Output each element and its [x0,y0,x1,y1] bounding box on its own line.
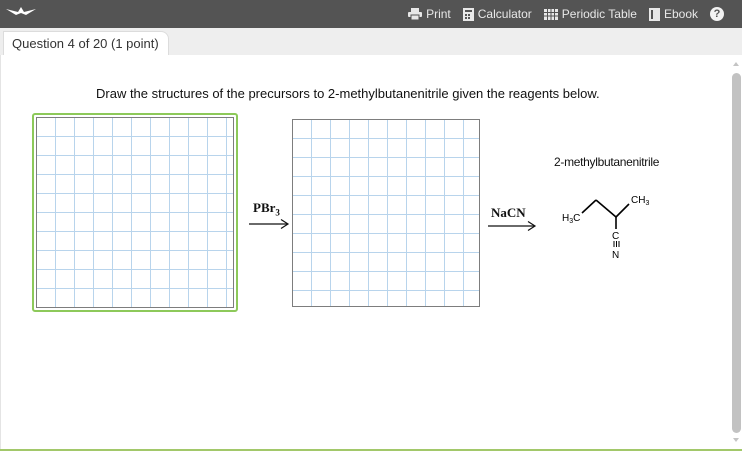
print-label: Print [426,7,451,21]
calculator-button[interactable]: Calculator [462,7,532,21]
product-name: 2-methylbutanenitrile [554,155,660,169]
calculator-icon [462,7,474,21]
logo-icon [6,7,36,15]
ebook-label: Ebook [663,7,698,21]
scrollbar-thumb[interactable] [732,73,741,433]
nitrile-nitrogen-label: N [612,250,619,261]
tab-strip: Question 4 of 20 (1 point) [0,28,742,55]
book-icon [648,7,660,21]
ch3-label: CH3 [631,195,649,207]
reagent-nacn: NaCN [491,205,526,220]
nitrile-carbon-label: C [612,231,619,242]
question-prompt: Draw the structures of the precursors to… [96,86,600,101]
product-structure: H3C CH3 C N [562,195,649,261]
reaction-arrow-icon [249,218,290,230]
reagent-pbr3-text: PBr [253,200,276,215]
ebook-button[interactable]: Ebook [648,7,698,21]
bottom-accent-line [0,449,742,451]
drawing-grid [36,117,234,308]
help-icon[interactable]: ? [710,7,724,21]
print-button[interactable]: Print [408,7,451,21]
scroll-down-arrow-icon[interactable] [733,438,739,442]
reagent-pbr3: PBr3 [253,200,280,218]
periodic-table-button[interactable]: Periodic Table [543,7,637,21]
drawing-canvas-reactant[interactable] [32,113,238,312]
h3c-label: H3C [562,213,580,225]
calculator-label: Calculator [477,7,532,21]
reaction-arrow-icon [488,220,537,232]
periodic-table-icon [543,8,558,20]
tab-question[interactable]: Question 4 of 20 (1 point) [3,31,169,55]
periodic-table-label: Periodic Table [561,7,637,21]
scroll-up-arrow-icon[interactable] [733,62,739,66]
printer-icon [408,8,423,20]
drawing-canvas-intermediate[interactable] [292,119,480,307]
reagent-pbr3-subscript: 3 [275,207,280,218]
top-toolbar: Print Calculator Periodic Table Ebook ? [0,0,742,28]
